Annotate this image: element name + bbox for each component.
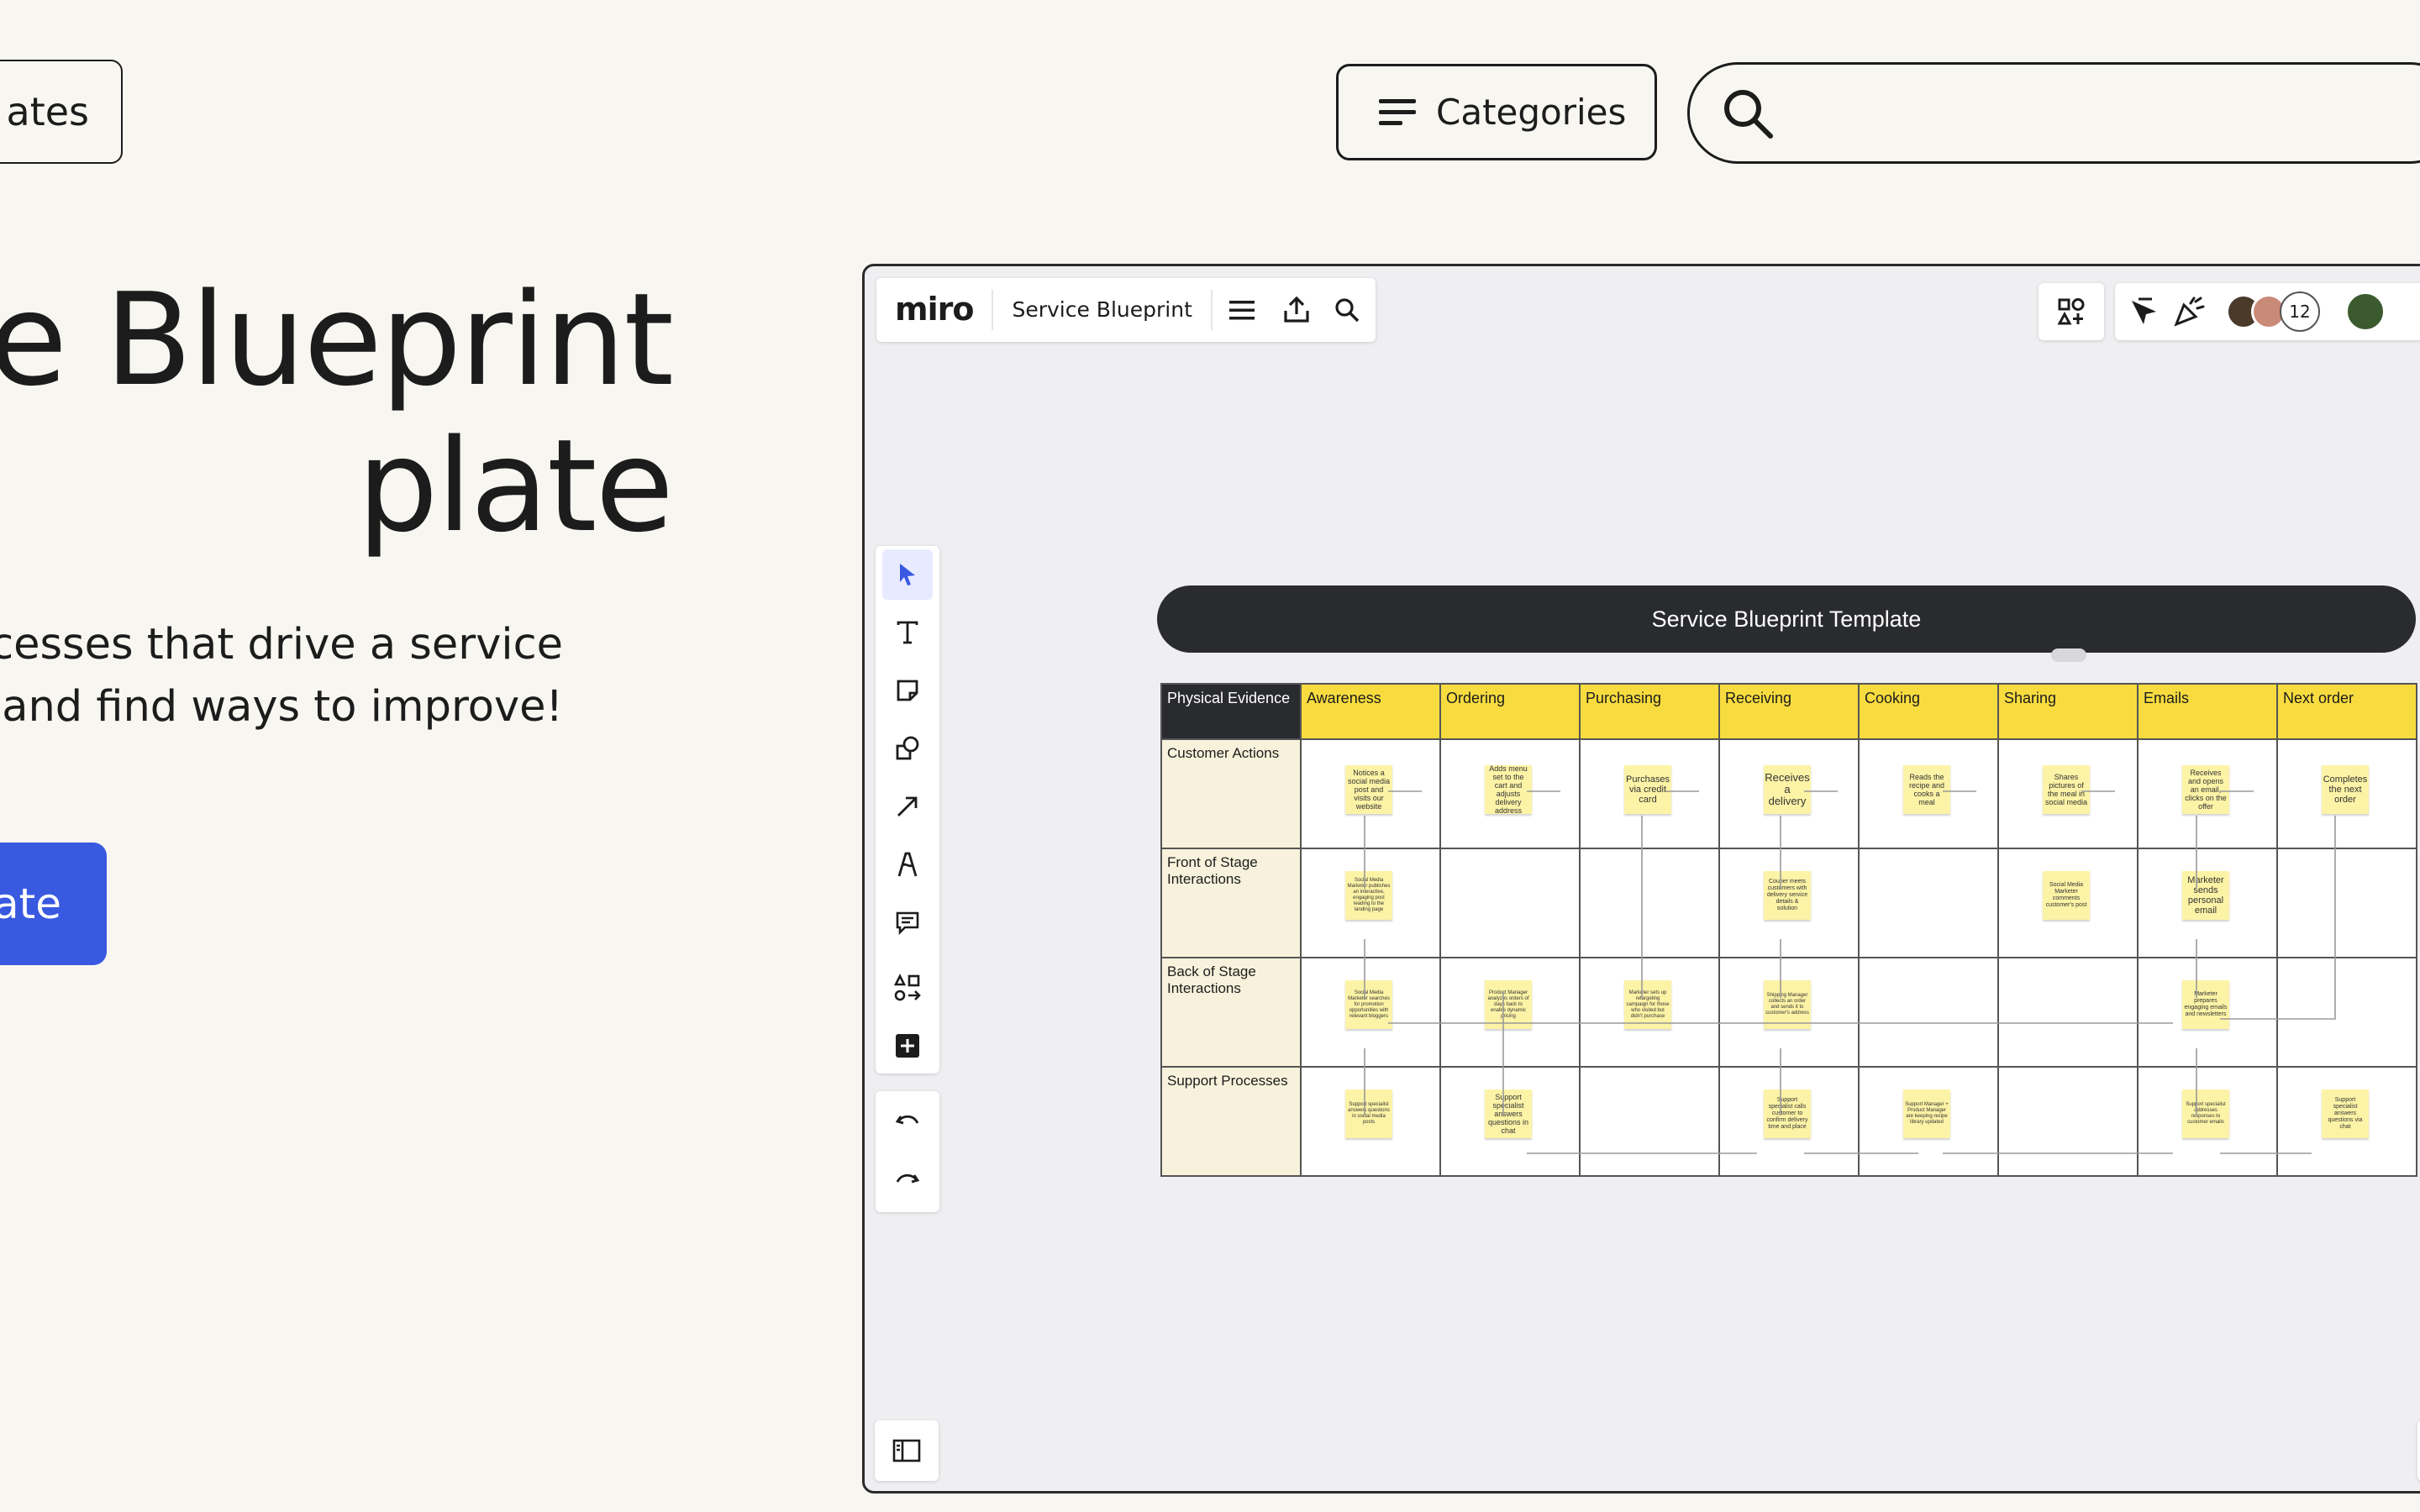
search-field[interactable] [1687,62,2420,164]
page-subtitle-line2: - and find ways to improve! [0,682,563,732]
arrow-icon [897,796,918,816]
apps-button[interactable] [2039,283,2104,340]
sticky-note-tool[interactable] [882,665,933,716]
board-toolbar [876,546,939,1074]
history-toolbar [876,1091,939,1212]
search-input[interactable] [1782,81,2420,147]
page-title: ce Blueprint plate [0,265,674,560]
comment-tool[interactable] [882,897,933,948]
shapes-icon [896,736,919,760]
collaborator-avatars[interactable]: 12 [2226,291,2386,332]
cursor-follow-icon[interactable] [2127,296,2159,328]
add-more-tool[interactable] [882,1021,933,1071]
shapes-tool[interactable] [882,723,933,774]
miro-logo: miro [876,290,994,330]
plus-icon [896,1034,919,1058]
text-tool[interactable] [882,607,933,658]
page-title-line2: plate [357,412,674,560]
avatar[interactable] [2345,291,2386,332]
board-preview: miro Service Blueprint 12 Service Bluepr… [862,264,2420,1494]
use-template-button[interactable]: ate [0,843,107,965]
redo-icon [896,1173,920,1184]
pen-tool[interactable] [882,839,933,890]
collaboration-bar: 12 [2115,283,2420,340]
categories-label: Categories [1436,92,1627,133]
redo-button[interactable] [882,1155,933,1205]
page-subtitle: cesses that drive a service - and find w… [0,614,563,738]
board-name[interactable]: Service Blueprint [993,290,1213,330]
page-title-line1: ce Blueprint [0,265,674,414]
text-icon [897,621,918,644]
page-subtitle-line1: cesses that drive a service [0,620,563,669]
menu-lines-icon [1379,98,1416,126]
templates-button-label: ates [6,89,90,134]
search-icon [1724,90,1773,139]
sticky-note-icon [897,680,918,701]
collaborator-count[interactable]: 12 [2280,291,2320,332]
templates-button[interactable]: ates [0,60,123,164]
connector-lines [1364,790,2336,1154]
categories-button[interactable]: Categories [1336,64,1657,160]
undo-button[interactable] [882,1096,933,1147]
cursor-icon [900,564,915,585]
blueprint-title: Service Blueprint Template [1157,585,2416,653]
use-template-label: ate [0,879,61,928]
pen-icon [897,852,918,877]
sidebar-panel-icon [892,1439,921,1462]
celebrate-icon[interactable] [2172,295,2206,328]
drag-handle[interactable] [2051,648,2086,662]
board-topbar: miro Service Blueprint [876,278,1376,342]
undo-icon [895,1115,919,1125]
frames-panel-button[interactable] [875,1420,939,1481]
menu-icon[interactable] [1213,290,1271,330]
share-upload-icon[interactable] [1271,290,1322,330]
board-search-icon[interactable] [1322,290,1372,330]
select-tool[interactable] [882,549,933,600]
templates-icon [893,974,921,1001]
connection-line-tool[interactable] [882,781,933,832]
frame-tool[interactable] [882,963,933,1013]
apps-icon [2057,298,2085,325]
comment-icon [896,911,919,935]
